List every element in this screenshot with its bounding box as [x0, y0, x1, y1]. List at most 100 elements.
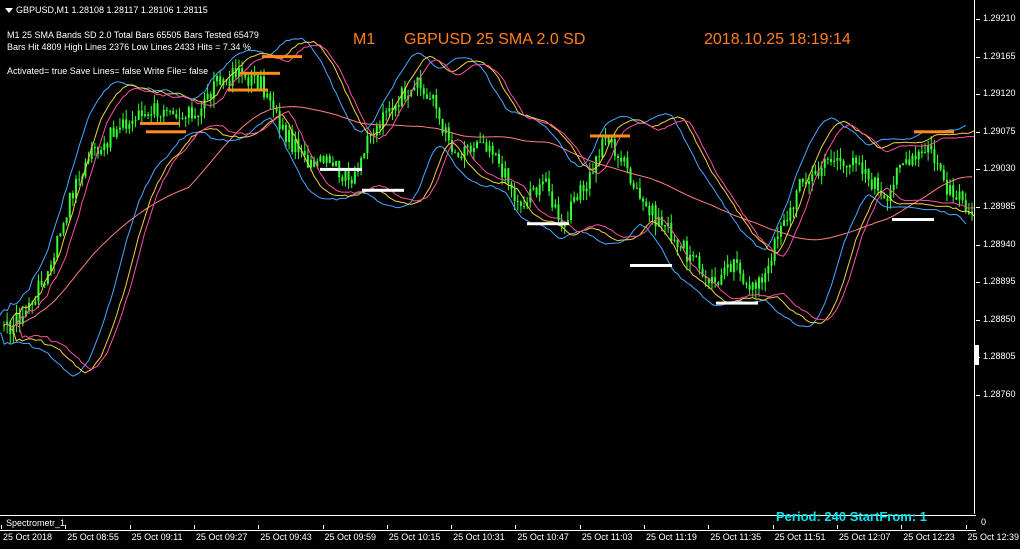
- candle-body: [626, 157, 629, 169]
- candle-body: [663, 225, 666, 227]
- candle-body: [939, 163, 942, 170]
- candle-body: [848, 165, 851, 168]
- candle-body: [131, 120, 134, 125]
- candle-body: [206, 93, 209, 100]
- candle-body: [573, 197, 576, 202]
- candle-body: [814, 170, 817, 175]
- candle-body: [783, 220, 786, 226]
- candle-body: [216, 76, 219, 82]
- candle-body: [422, 88, 425, 95]
- candle-body: [169, 110, 172, 112]
- time-tick: [258, 525, 260, 529]
- candle-body: [739, 262, 742, 274]
- candle-body: [140, 110, 143, 116]
- candle-body: [106, 143, 109, 148]
- candle-body: [93, 147, 96, 149]
- candle-body: [892, 184, 895, 191]
- price-label: 1.28895: [983, 276, 1016, 287]
- time-scale[interactable]: 25 Oct 2018 25 Oct 08:55 25 Oct 09:11 25 Oc…: [0, 525, 1019, 549]
- candle-body: [34, 301, 37, 305]
- candle-body: [786, 220, 789, 222]
- candle-body: [491, 145, 494, 155]
- time-tick: [644, 525, 645, 529]
- candle-body: [601, 138, 604, 158]
- candle-body: [429, 98, 432, 100]
- high-hit-marker: [240, 71, 280, 75]
- candle-body: [855, 157, 858, 164]
- candle-body: [595, 156, 598, 173]
- price-label: 1.28760: [983, 389, 1016, 399]
- candle-body: [253, 75, 256, 77]
- candle-body: [685, 240, 688, 262]
- stats-line-2: Bars Hit 4809 High Lines 2376 Low Lines …: [7, 42, 251, 52]
- high-hit-marker: [146, 130, 186, 134]
- price-chart-canvas[interactable]: [0, 0, 975, 515]
- price-label: 1.29120: [983, 88, 1016, 99]
- high-hit-marker: [262, 55, 302, 59]
- candle-body: [137, 110, 140, 120]
- upper-band-inner: [15, 44, 975, 326]
- candle-body: [378, 125, 381, 129]
- candle-body: [419, 77, 422, 89]
- candle-body: [642, 198, 645, 202]
- candle-body: [134, 119, 137, 121]
- candle-body: [37, 280, 40, 302]
- candle-body: [723, 267, 726, 275]
- candle-body: [162, 109, 165, 117]
- candle-body: [62, 223, 65, 234]
- candle-body: [128, 124, 131, 129]
- candle-body: [588, 172, 591, 189]
- candle-body: [457, 152, 460, 157]
- candle-body: [356, 170, 359, 172]
- time-tick: [1, 525, 2, 529]
- candle-body: [501, 163, 504, 178]
- candle-body: [256, 75, 259, 89]
- candle-body: [554, 204, 557, 208]
- candle-body: [40, 280, 43, 286]
- time-label: 25 Oct 09:11: [131, 532, 183, 542]
- candle-body: [328, 156, 331, 163]
- symbol-quote-line: GBPUSD,M1 1.28108 1.28117 1.28106 1.2811…: [16, 5, 208, 15]
- candle-body: [679, 247, 682, 249]
- candle-body: [325, 156, 328, 163]
- candle-body: [344, 169, 347, 182]
- candle-body: [945, 179, 948, 195]
- candle-body: [541, 181, 544, 185]
- indicator-name: Spectrometr_1: [6, 518, 66, 528]
- lower-band-outer: [0, 117, 967, 377]
- time-label: 25 Oct 10:15: [388, 532, 441, 542]
- candle-body: [250, 75, 253, 86]
- candle-body: [770, 260, 773, 266]
- candle-body: [259, 76, 262, 89]
- candle-body: [400, 88, 403, 107]
- price-tick: [976, 207, 980, 208]
- candle-body: [331, 162, 334, 166]
- candle-body: [748, 284, 751, 290]
- price-scale[interactable]: 1.29210 1.29165 1.29120 1.29075 1.29030 1.289…: [976, 0, 1020, 515]
- candle-body: [504, 168, 507, 178]
- candle-body: [591, 172, 594, 174]
- chart-area[interactable]: [0, 0, 975, 515]
- candle-body: [742, 273, 745, 284]
- candle-body: [532, 187, 535, 190]
- candles: [3, 59, 973, 344]
- price-tick: [976, 131, 980, 133]
- candle-body: [435, 94, 438, 109]
- candle-body: [159, 116, 162, 118]
- candle-body: [920, 151, 923, 153]
- candle-body: [479, 141, 482, 143]
- price-tick: [976, 319, 980, 321]
- time-tick: [65, 525, 67, 529]
- candle-body: [579, 184, 582, 200]
- price-label: 1.29030: [983, 163, 1016, 174]
- candle-body: [566, 220, 569, 222]
- candle-body: [310, 159, 313, 168]
- time-tick: [579, 525, 581, 529]
- candle-body: [472, 147, 475, 152]
- chart-menu-triangle-icon[interactable]: [5, 8, 13, 13]
- candle-body: [425, 94, 428, 99]
- candle-body: [764, 273, 767, 283]
- candle-body: [538, 184, 541, 196]
- candle-body: [385, 111, 388, 113]
- candle-body: [363, 153, 366, 159]
